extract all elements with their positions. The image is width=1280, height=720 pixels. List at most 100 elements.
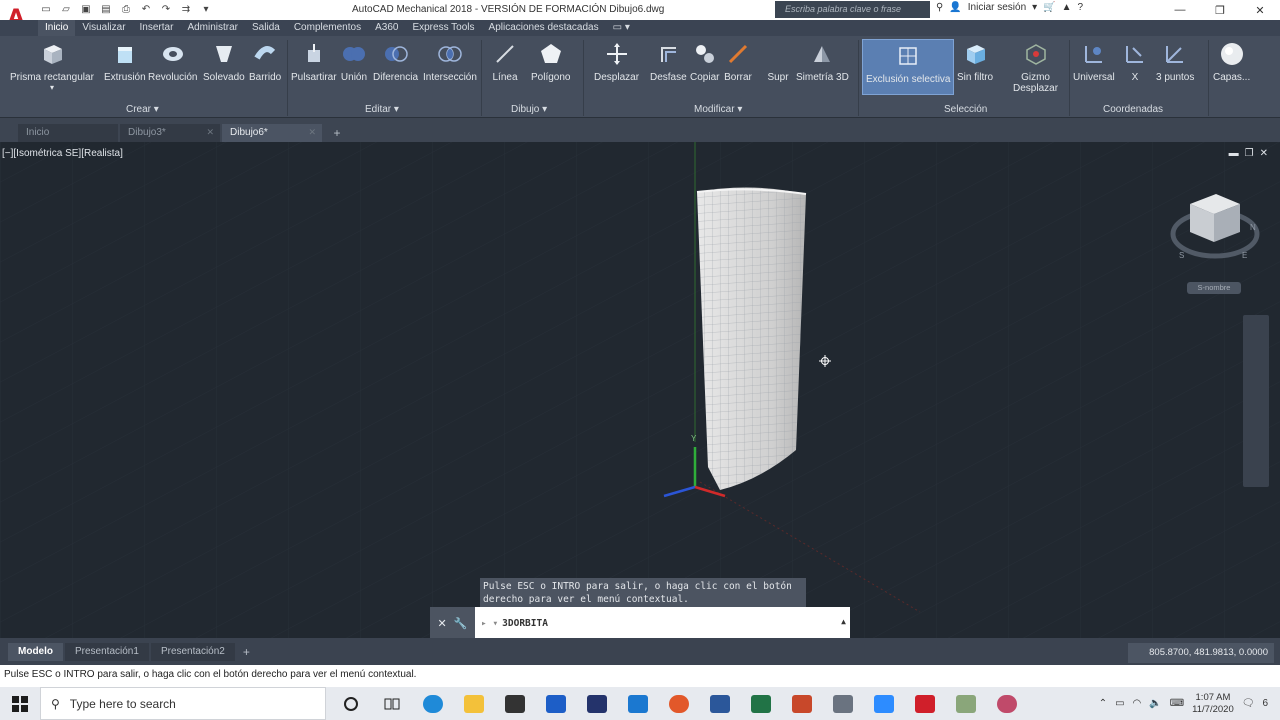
- poligono-button[interactable]: Polígono: [531, 40, 570, 83]
- cart-icon[interactable]: 🛒: [1043, 2, 1055, 13]
- ribbon-options-icon[interactable]: ▭ ▾: [606, 20, 637, 36]
- layout-tab-modelo[interactable]: Modelo: [8, 642, 63, 661]
- excel-icon[interactable]: [740, 687, 781, 720]
- viewport-controls-label[interactable]: [−][Isométrica SE][Realista]: [2, 148, 123, 159]
- word-icon[interactable]: [699, 687, 740, 720]
- layout-tab-presentacion2[interactable]: Presentación2: [150, 642, 235, 661]
- signin-button[interactable]: Iniciar sesión: [968, 2, 1026, 13]
- mail-icon[interactable]: [617, 687, 658, 720]
- close-tab-icon[interactable]: ✕: [308, 127, 316, 138]
- tab-inicio[interactable]: Inicio: [38, 20, 76, 36]
- language-icon[interactable]: ⌨: [1170, 698, 1184, 709]
- snipping-tool-icon[interactable]: [822, 687, 863, 720]
- powerpoint-icon[interactable]: [781, 687, 822, 720]
- sin-filtro-button[interactable]: Sin filtro: [957, 40, 993, 83]
- network-app-icon[interactable]: [986, 687, 1027, 720]
- prisma-rectangular-button[interactable]: Prisma rectangular ▾: [10, 40, 94, 92]
- command-input[interactable]: ▸ ▾ 3DORBITA ▲: [475, 607, 850, 638]
- cortana-icon[interactable]: [330, 687, 371, 720]
- coordinates-readout[interactable]: 805.8700, 481.9813, 0.0000: [1128, 643, 1274, 663]
- close-tab-icon[interactable]: ✕: [206, 127, 214, 138]
- app-icon[interactable]: [945, 687, 986, 720]
- windows-start-icon[interactable]: [0, 687, 40, 720]
- zoom-icon[interactable]: [863, 687, 904, 720]
- layout-tab-presentacion1[interactable]: Presentación1: [65, 642, 149, 661]
- barrido-button[interactable]: Barrido: [249, 40, 281, 83]
- pulsartirar-button[interactable]: Pulsartirar: [291, 40, 337, 83]
- tab-insertar[interactable]: Insertar: [133, 20, 181, 36]
- help-icon[interactable]: ?: [1078, 2, 1084, 13]
- desplazar-button[interactable]: Desplazar: [594, 40, 639, 83]
- ucs-unnamed-badge[interactable]: S-nombre: [1187, 282, 1241, 294]
- binoculars-icon[interactable]: ⚲: [936, 2, 943, 13]
- undo-icon[interactable]: ↶: [138, 2, 154, 16]
- task-view-icon[interactable]: [371, 687, 412, 720]
- tab-administrar[interactable]: Administrar: [180, 20, 245, 36]
- diferencia-button[interactable]: Diferencia: [373, 40, 418, 83]
- copiar-button[interactable]: Copiar: [690, 40, 719, 83]
- save-icon[interactable]: ▣: [78, 2, 94, 16]
- tray-chevron-icon[interactable]: ⌃: [1099, 698, 1107, 709]
- add-layout-plus-icon[interactable]: +: [243, 645, 250, 659]
- drawing-viewport[interactable]: Y S E N [−][Isométrica SE][Realista] ▬ ❐: [0, 142, 1280, 638]
- command-history-icon[interactable]: ▲: [841, 617, 846, 626]
- panel-modificar[interactable]: Modificar ▾: [694, 104, 742, 115]
- capas-button[interactable]: Capas...: [1213, 40, 1250, 83]
- new-file-icon[interactable]: ▭: [38, 2, 54, 16]
- maximize-icon[interactable]: ❐: [1200, 0, 1240, 20]
- volume-icon[interactable]: 🔈: [1149, 698, 1161, 709]
- file-tab-inicio[interactable]: Inicio: [18, 124, 118, 142]
- desfase-button[interactable]: Desfase: [650, 40, 687, 83]
- notifications-icon[interactable]: 🗨: [1242, 698, 1255, 709]
- taskbar-clock[interactable]: 1:07 AM 11/7/2020: [1192, 692, 1234, 716]
- file-explorer-icon[interactable]: [453, 687, 494, 720]
- navigation-bar[interactable]: [1243, 315, 1269, 487]
- redo-icon[interactable]: ↷: [158, 2, 174, 16]
- powershell-icon[interactable]: [576, 687, 617, 720]
- tab-a360[interactable]: A360: [368, 20, 405, 36]
- close-icon[interactable]: ✕: [1240, 0, 1280, 20]
- universal-button[interactable]: Universal: [1073, 40, 1115, 83]
- supr-button[interactable]: Supr: [764, 40, 792, 83]
- autocad-taskbar-icon[interactable]: [904, 687, 945, 720]
- solevado-button[interactable]: Solevado: [203, 40, 245, 83]
- tab-express-tools[interactable]: Express Tools: [405, 20, 481, 36]
- panel-editar[interactable]: Editar ▾: [365, 104, 399, 115]
- linea-button[interactable]: Línea: [491, 40, 519, 83]
- network-icon[interactable]: ◠: [1133, 698, 1142, 709]
- gizmo-desplazar-button[interactable]: Gizmo Desplazar: [1013, 40, 1058, 94]
- firefox-icon[interactable]: [658, 687, 699, 720]
- save-as-icon[interactable]: ▤: [98, 2, 114, 16]
- viewport-close-icon[interactable]: ✕: [1260, 148, 1268, 159]
- edge-browser-icon[interactable]: [412, 687, 453, 720]
- union-button[interactable]: Unión: [340, 40, 368, 83]
- help-search-input[interactable]: Escriba palabra clave o frase: [775, 1, 930, 18]
- borrar-button[interactable]: Borrar: [724, 40, 752, 83]
- new-tab-plus-icon[interactable]: +: [328, 126, 346, 142]
- extrusion-button[interactable]: Extrusión: [104, 40, 146, 83]
- taskbar-search-input[interactable]: ⚲ Type here to search: [40, 687, 326, 720]
- print-icon[interactable]: ⎙: [118, 2, 134, 16]
- ucs-3-puntos-button[interactable]: 3 puntos: [1156, 40, 1194, 83]
- interseccion-button[interactable]: Intersección: [423, 40, 477, 83]
- tab-complementos[interactable]: Complementos: [287, 20, 368, 36]
- tab-salida[interactable]: Salida: [245, 20, 287, 36]
- minimize-icon[interactable]: —: [1160, 0, 1200, 20]
- autodesk-icon[interactable]: ▲: [1062, 2, 1072, 13]
- viewport-restore-icon[interactable]: ❐: [1245, 148, 1254, 159]
- tab-aplicaciones[interactable]: Aplicaciones destacadas: [482, 20, 606, 36]
- wrench-icon[interactable]: 🔧: [454, 617, 468, 630]
- file-tab-dibujo6[interactable]: Dibujo6* ✕: [222, 124, 322, 142]
- dropbox-icon[interactable]: [535, 687, 576, 720]
- viewport-minimize-icon[interactable]: ▬: [1229, 148, 1239, 159]
- file-tab-dibujo3[interactable]: Dibujo3* ✕: [120, 124, 220, 142]
- revolucion-button[interactable]: Revolución: [148, 40, 197, 83]
- qat-dropdown-icon[interactable]: ▾: [198, 2, 214, 16]
- panel-dibujo[interactable]: Dibujo ▾: [511, 104, 547, 115]
- close-command-icon[interactable]: ✕: [438, 617, 447, 630]
- store-icon[interactable]: [494, 687, 535, 720]
- simetria-3d-button[interactable]: Simetría 3D: [796, 40, 849, 83]
- open-folder-icon[interactable]: ▱: [58, 2, 74, 16]
- signin-dropdown-icon[interactable]: ▾: [1032, 2, 1037, 13]
- ucs-x-button[interactable]: X: [1121, 40, 1149, 83]
